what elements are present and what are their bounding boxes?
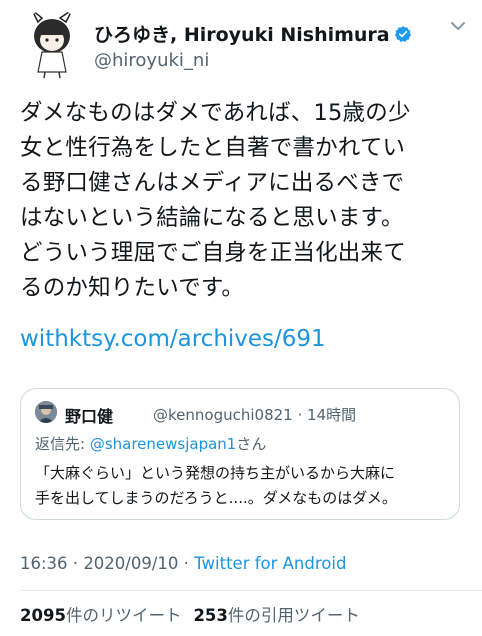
quotes-count: 253	[193, 606, 228, 625]
tweet-text-line: はないという結論になると思います。	[20, 205, 404, 231]
author-display-name[interactable]: ひろゆき, Hiroyuki Nishimura	[94, 20, 412, 48]
author-handle[interactable]: @hiroyuki_ni	[94, 50, 209, 71]
chevron-down-icon[interactable]	[448, 16, 468, 40]
tweet-meta: 16:36 · 2020/09/10 · Twitter for Android	[20, 554, 346, 573]
quoted-author-name[interactable]: 野口健	[65, 403, 113, 427]
quoted-tweet-text: 「大麻ぐらい」という発想の持ち主がいるから大麻に 手を出してしまうのだろうと..…	[35, 461, 449, 511]
reply-prefix: 返信先:	[35, 435, 90, 453]
meta-separator: ·	[67, 554, 84, 573]
tweet-date: 2020/09/10	[83, 554, 179, 573]
tweet-text-line: どういう理屈でご自身を正当化出来て	[20, 240, 406, 266]
reply-suffix: さん	[236, 435, 267, 453]
tweet-link[interactable]: withktsy.com/archives/691	[20, 326, 326, 352]
quotes-label: 件の引用ツイート	[227, 606, 360, 625]
avatar[interactable]	[18, 8, 86, 80]
tweet-text-line: 女と性行為をしたと自著で書かれてい	[20, 135, 406, 161]
quoted-avatar-photo	[35, 401, 57, 423]
quotes-stat[interactable]: 253件の引用ツイート	[193, 606, 359, 625]
tweet-header: ひろゆき, Hiroyuki Nishimura @hiroyuki_ni	[18, 8, 468, 84]
verified-badge-icon	[394, 25, 412, 48]
quoted-author-handle: @kennoguchi0821	[153, 406, 293, 424]
quoted-author-meta: @kennoguchi0821 · 14時間	[153, 404, 356, 425]
retweets-count: 2095	[20, 606, 66, 625]
tweet-source[interactable]: Twitter for Android	[194, 554, 346, 573]
quoted-time: 14時間	[307, 406, 357, 424]
tweet-text-line: る野口健さんはメディアに出るべきで	[20, 170, 405, 196]
avatar-illustration	[18, 8, 86, 80]
divider	[20, 590, 482, 591]
tweet-text-line: るのか知りたいです。	[20, 275, 245, 301]
meta-separator: ·	[178, 554, 195, 573]
dot-separator: ·	[297, 406, 303, 424]
retweets-stat[interactable]: 2095件のリツイート	[20, 606, 181, 625]
tweet-text: ダメなものはダメであれば、15歳の少 女と性行為をしたと自著で書かれてい る野口…	[20, 96, 472, 306]
quoted-reply-to: 返信先: @sharenewsjapan1さん	[35, 433, 266, 454]
reply-to-handle[interactable]: @sharenewsjapan1	[90, 435, 237, 453]
quoted-text-line: 「大麻ぐらい」という発想の持ち主がいるから大麻に	[35, 464, 396, 482]
author-name-text[interactable]: ひろゆき, Hiroyuki Nishimura	[94, 24, 390, 46]
tweet-stats: 2095件のリツイート 253件の引用ツイート	[20, 602, 360, 626]
tweet-text-line: ダメなものはダメであれば、15歳の少	[20, 100, 411, 126]
quoted-text-line: 手を出してしまうのだろうと....。ダメなものはダメ。	[35, 489, 397, 507]
tweet-time: 16:36	[20, 554, 68, 573]
retweets-label: 件のリツイート	[65, 606, 182, 625]
quoted-tweet-card[interactable]: 野口健 @kennoguchi0821 · 14時間 返信先: @sharene…	[20, 388, 460, 520]
quoted-avatar[interactable]	[35, 401, 57, 423]
